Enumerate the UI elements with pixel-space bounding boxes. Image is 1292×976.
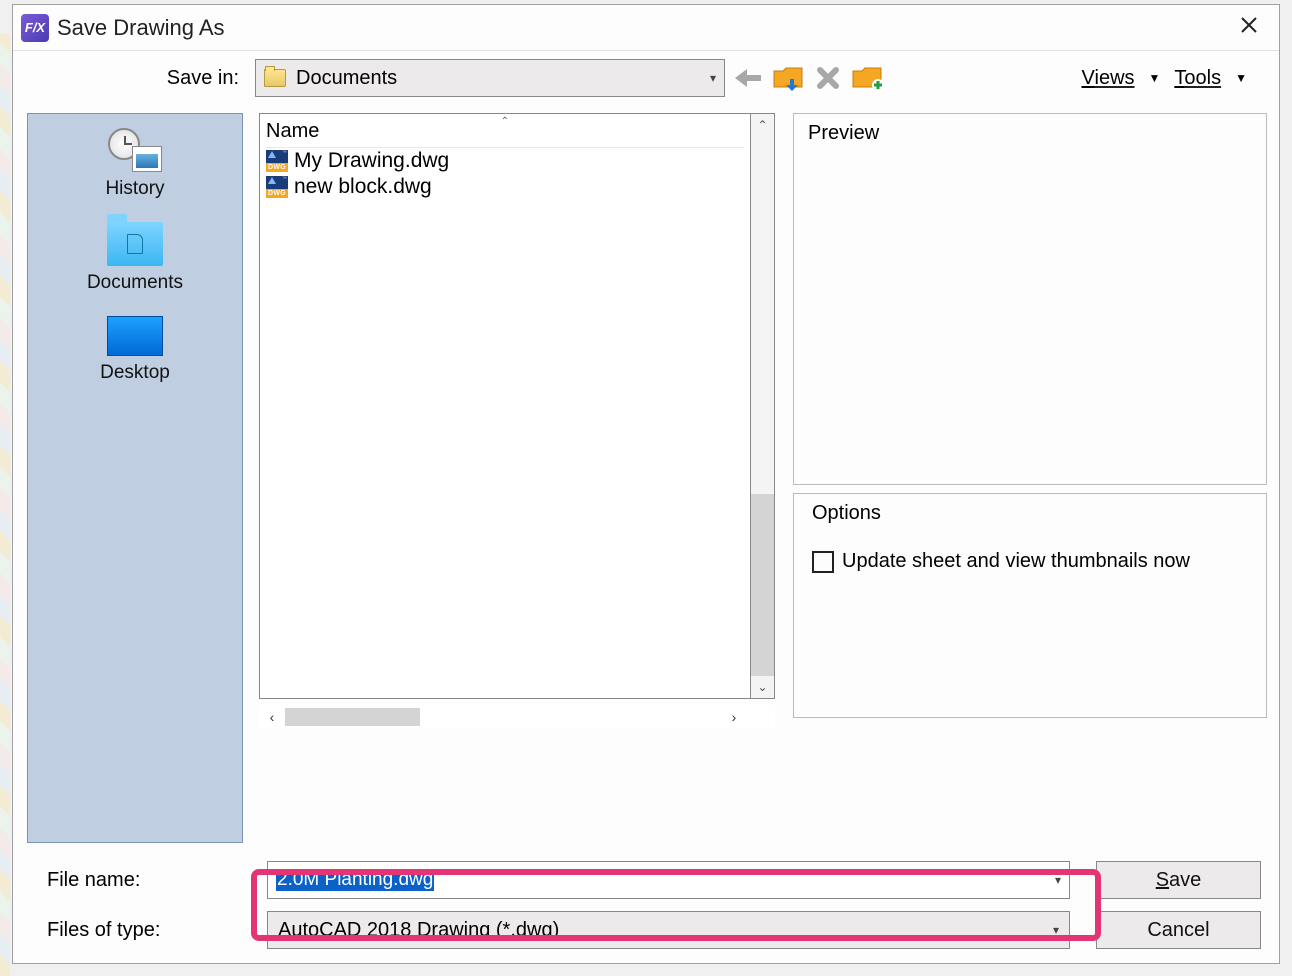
file-name-label: File name: [27,869,257,892]
preview-panel: Preview [793,113,1267,485]
chevron-down-icon: ▾ [1055,873,1061,887]
history-icon [108,128,162,172]
sort-arrow-icon: ⌃ [501,116,509,127]
horizontal-scrollbar[interactable]: ‹ › [259,705,775,729]
dwg-file-icon: ™DWG [266,176,288,198]
documents-folder-icon [107,222,163,266]
scroll-up-arrow-icon[interactable]: ⌃ [751,118,774,132]
folder-icon [264,69,286,87]
file-name: My Drawing.dwg [294,149,449,173]
file-type-label: Files of type: [27,919,257,942]
file-name: new block.dwg [294,175,432,199]
main-area: History Documents Desktop ⌃ Name [13,105,1279,851]
file-row[interactable]: ™DWG new block.dwg [266,174,744,200]
sidebar-desktop[interactable]: Desktop [28,316,242,384]
tools-arrow-icon: ▼ [1235,71,1247,85]
file-name-input[interactable]: 2.0M Planting.dwg ▾ [267,861,1070,899]
dwg-file-icon: ™DWG [266,150,288,172]
cancel-button[interactable]: Cancel [1096,911,1261,949]
scroll-right-arrow-icon[interactable]: › [721,709,747,725]
file-name-value: 2.0M Planting.dwg [276,869,434,891]
scrollbar-thumb[interactable] [285,708,420,726]
sidebar-history[interactable]: History [28,128,242,200]
fx-app-icon: F/X [21,14,49,42]
preview-title: Preview [808,122,1252,145]
delete-button[interactable] [811,63,845,93]
scroll-left-arrow-icon[interactable]: ‹ [259,709,285,725]
sidebar-desktop-label: Desktop [100,362,170,384]
save-button[interactable]: Save [1096,861,1261,899]
dialog-title: Save Drawing As [57,15,225,41]
save-in-combo[interactable]: Documents ▾ [255,59,725,97]
back-button[interactable] [731,63,765,93]
tools-menu[interactable]: Tools [1174,67,1221,90]
options-panel: Options Update sheet and view thumbnails… [793,493,1267,718]
up-folder-button[interactable] [771,63,805,93]
new-folder-button[interactable] [851,63,885,93]
file-type-value: AutoCAD 2018 Drawing (*.dwg) [278,919,559,942]
chevron-down-icon: ▾ [1053,923,1059,937]
views-arrow-icon: ▼ [1149,71,1161,85]
update-thumbnails-checkbox[interactable] [812,551,834,573]
update-thumbnails-label: Update sheet and view thumbnails now [842,549,1190,574]
bottom-form: File name: 2.0M Planting.dwg ▾ Save File… [13,851,1279,963]
chevron-down-icon: ▾ [710,71,716,85]
save-drawing-as-dialog: F/X Save Drawing As Save in: Documents ▾… [12,4,1280,964]
titlebar: F/X Save Drawing As [13,5,1279,51]
sidebar-documents[interactable]: Documents [28,222,242,294]
center-area: ⌃ Name ™DWG My Drawing.dwg ™DWG new bloc… [243,105,787,851]
save-in-label: Save in: [13,67,249,90]
file-type-combo[interactable]: AutoCAD 2018 Drawing (*.dwg) ▾ [267,911,1070,949]
scroll-down-arrow-icon[interactable]: ⌄ [751,680,774,694]
toolbar: Save in: Documents ▾ Views ▼ Tools ▼ [13,51,1279,105]
right-panels: Preview Options Update sheet and view th… [787,105,1279,851]
save-in-value: Documents [296,67,397,90]
sidebar-documents-label: Documents [87,272,183,294]
vertical-scrollbar[interactable]: ⌃ ⌄ [751,113,775,699]
file-list[interactable]: ⌃ Name ™DWG My Drawing.dwg ™DWG new bloc… [259,113,751,699]
desktop-icon [107,316,163,356]
scrollbar-thumb[interactable] [751,494,774,676]
places-sidebar: History Documents Desktop [27,113,243,843]
views-menu[interactable]: Views [1082,67,1135,90]
options-title: Options [812,502,1248,525]
file-row[interactable]: ™DWG My Drawing.dwg [266,148,744,174]
close-button[interactable] [1227,10,1271,46]
sidebar-history-label: History [105,178,164,200]
